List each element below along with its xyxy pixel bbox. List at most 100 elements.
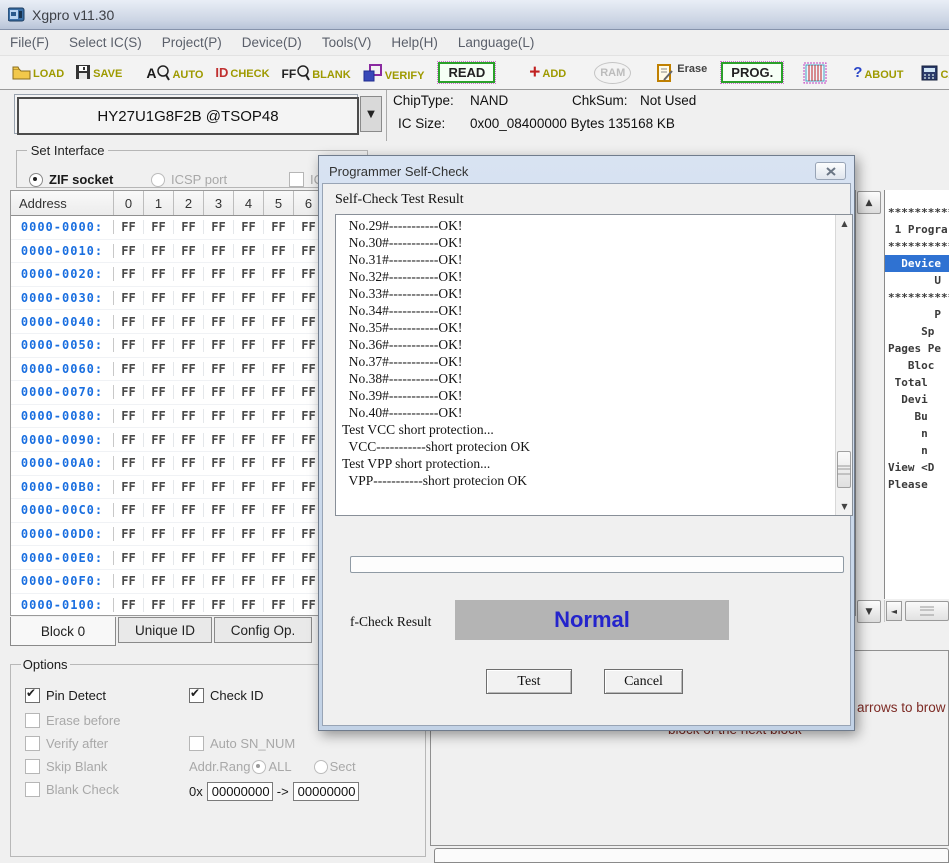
hex-byte-cell[interactable]: FF bbox=[264, 527, 294, 541]
hex-byte-cell[interactable]: FF bbox=[204, 338, 234, 352]
scroll-up-button[interactable]: ▲ bbox=[857, 191, 881, 214]
hex-byte-cell[interactable]: FF bbox=[174, 409, 204, 423]
hex-byte-cell[interactable]: FF bbox=[234, 244, 264, 258]
hex-byte-cell[interactable]: FF bbox=[234, 480, 264, 494]
tab-block0[interactable]: Block 0 bbox=[10, 617, 116, 646]
menu-item[interactable]: Language(L) bbox=[448, 32, 545, 53]
hex-byte-cell[interactable]: FF bbox=[114, 315, 144, 329]
zif-socket-radio[interactable]: ZIF socket bbox=[29, 172, 113, 187]
prog-button[interactable]: PROG. bbox=[721, 62, 783, 83]
hex-byte-cell[interactable]: FF bbox=[174, 480, 204, 494]
hex-byte-cell[interactable]: FF bbox=[204, 267, 234, 281]
hex-byte-cell[interactable]: FF bbox=[234, 267, 264, 281]
hex-byte-cell[interactable]: FF bbox=[264, 574, 294, 588]
hex-byte-cell[interactable]: FF bbox=[144, 574, 174, 588]
hex-byte-cell[interactable]: FF bbox=[114, 503, 144, 517]
info-hscrollbar[interactable]: ◄ bbox=[884, 600, 949, 622]
blank-button[interactable]: FF BLANK bbox=[282, 65, 351, 81]
hex-byte-cell[interactable]: FF bbox=[144, 291, 174, 305]
hex-byte-cell[interactable]: FF bbox=[204, 291, 234, 305]
hex-byte-cell[interactable]: FF bbox=[264, 267, 294, 281]
hex-byte-cell[interactable]: FF bbox=[144, 551, 174, 565]
scroll-left-button[interactable]: ◄ bbox=[886, 601, 902, 621]
hex-byte-cell[interactable]: FF bbox=[144, 315, 174, 329]
hex-byte-cell[interactable]: FF bbox=[264, 220, 294, 234]
hex-byte-cell[interactable]: FF bbox=[114, 433, 144, 447]
scroll-down-button[interactable]: ▼ bbox=[836, 498, 853, 515]
hex-vscrollbar[interactable]: ▲ ▼ bbox=[856, 190, 882, 624]
auto-button[interactable]: A AUTO bbox=[146, 65, 203, 81]
test-button[interactable]: Test bbox=[486, 669, 572, 694]
hex-byte-cell[interactable]: FF bbox=[234, 220, 264, 234]
pin-detect-checkbox[interactable]: ✔ Pin Detect bbox=[25, 688, 106, 703]
hex-byte-cell[interactable]: FF bbox=[114, 598, 144, 612]
hex-byte-cell[interactable]: FF bbox=[264, 315, 294, 329]
hex-byte-cell[interactable]: FF bbox=[174, 433, 204, 447]
check-button[interactable]: ID CHECK bbox=[215, 65, 269, 80]
hex-byte-cell[interactable]: FF bbox=[204, 480, 234, 494]
hex-byte-cell[interactable]: FF bbox=[144, 456, 174, 470]
hex-byte-cell[interactable]: FF bbox=[264, 362, 294, 376]
scroll-up-button[interactable]: ▲ bbox=[836, 215, 853, 232]
about-button[interactable]: ? ABOUT bbox=[853, 64, 903, 81]
hex-byte-cell[interactable]: FF bbox=[114, 527, 144, 541]
hex-byte-cell[interactable]: FF bbox=[234, 315, 264, 329]
hex-byte-cell[interactable]: FF bbox=[174, 362, 204, 376]
hex-byte-cell[interactable]: FF bbox=[234, 362, 264, 376]
load-button[interactable]: LOAD bbox=[12, 65, 64, 80]
hex-byte-cell[interactable]: FF bbox=[114, 244, 144, 258]
hex-byte-cell[interactable]: FF bbox=[144, 362, 174, 376]
hex-byte-cell[interactable]: FF bbox=[174, 267, 204, 281]
cancel-button[interactable]: Cancel bbox=[604, 669, 683, 694]
hex-byte-cell[interactable]: FF bbox=[234, 433, 264, 447]
hex-byte-cell[interactable]: FF bbox=[174, 527, 204, 541]
hex-byte-cell[interactable]: FF bbox=[144, 527, 174, 541]
hex-byte-cell[interactable]: FF bbox=[114, 480, 144, 494]
listbox-scrollbar[interactable]: ▲ ▼ bbox=[835, 215, 852, 515]
hex-byte-cell[interactable]: FF bbox=[174, 220, 204, 234]
hex-byte-cell[interactable]: FF bbox=[144, 480, 174, 494]
hex-byte-cell[interactable]: FF bbox=[264, 456, 294, 470]
addr-to-input[interactable]: 00000000 bbox=[293, 782, 359, 801]
hex-byte-cell[interactable]: FF bbox=[264, 503, 294, 517]
hex-byte-cell[interactable]: FF bbox=[144, 220, 174, 234]
hex-byte-cell[interactable]: FF bbox=[264, 480, 294, 494]
hex-byte-cell[interactable]: FF bbox=[174, 385, 204, 399]
hex-byte-cell[interactable]: FF bbox=[174, 244, 204, 258]
menu-item[interactable]: Project(P) bbox=[152, 32, 232, 53]
self-check-listbox[interactable]: No.29#-----------OK! No.30#-----------OK… bbox=[335, 214, 853, 516]
hex-byte-cell[interactable]: FF bbox=[204, 409, 234, 423]
read-button[interactable]: READ bbox=[438, 62, 495, 83]
hex-byte-cell[interactable]: FF bbox=[234, 598, 264, 612]
hex-byte-cell[interactable]: FF bbox=[264, 338, 294, 352]
hex-byte-cell[interactable]: FF bbox=[114, 551, 144, 565]
hex-byte-cell[interactable]: FF bbox=[234, 409, 264, 423]
hex-byte-cell[interactable]: FF bbox=[144, 409, 174, 423]
device-info-panel[interactable]: ********** 1 Progra********** Device U**… bbox=[884, 190, 949, 599]
hex-byte-cell[interactable]: FF bbox=[264, 409, 294, 423]
hex-byte-cell[interactable]: FF bbox=[204, 551, 234, 565]
hex-byte-cell[interactable]: FF bbox=[234, 291, 264, 305]
erase-button[interactable]: Erase bbox=[657, 63, 707, 82]
scroll-down-button[interactable]: ▼ bbox=[857, 600, 881, 623]
hex-byte-cell[interactable]: FF bbox=[234, 385, 264, 399]
hex-byte-cell[interactable]: FF bbox=[174, 503, 204, 517]
tab-config-op[interactable]: Config Op. bbox=[214, 617, 312, 643]
hex-byte-cell[interactable]: FF bbox=[174, 598, 204, 612]
hex-byte-cell[interactable]: FF bbox=[144, 385, 174, 399]
hex-byte-cell[interactable]: FF bbox=[204, 385, 234, 399]
hex-byte-cell[interactable]: FF bbox=[204, 362, 234, 376]
hex-byte-cell[interactable]: FF bbox=[174, 338, 204, 352]
hex-byte-cell[interactable]: FF bbox=[114, 385, 144, 399]
menu-item[interactable]: Select IC(S) bbox=[59, 32, 152, 53]
add-button[interactable]: + ADD bbox=[529, 66, 566, 80]
hex-byte-cell[interactable]: FF bbox=[234, 503, 264, 517]
hex-byte-cell[interactable]: FF bbox=[264, 551, 294, 565]
hex-byte-cell[interactable]: FF bbox=[144, 338, 174, 352]
menu-item[interactable]: Device(D) bbox=[232, 32, 312, 53]
ic-test-button[interactable] bbox=[803, 62, 827, 84]
hex-byte-cell[interactable]: FF bbox=[114, 291, 144, 305]
hex-byte-cell[interactable]: FF bbox=[234, 527, 264, 541]
check-id-checkbox[interactable]: ✔ Check ID bbox=[189, 688, 263, 703]
hex-byte-cell[interactable]: FF bbox=[174, 551, 204, 565]
